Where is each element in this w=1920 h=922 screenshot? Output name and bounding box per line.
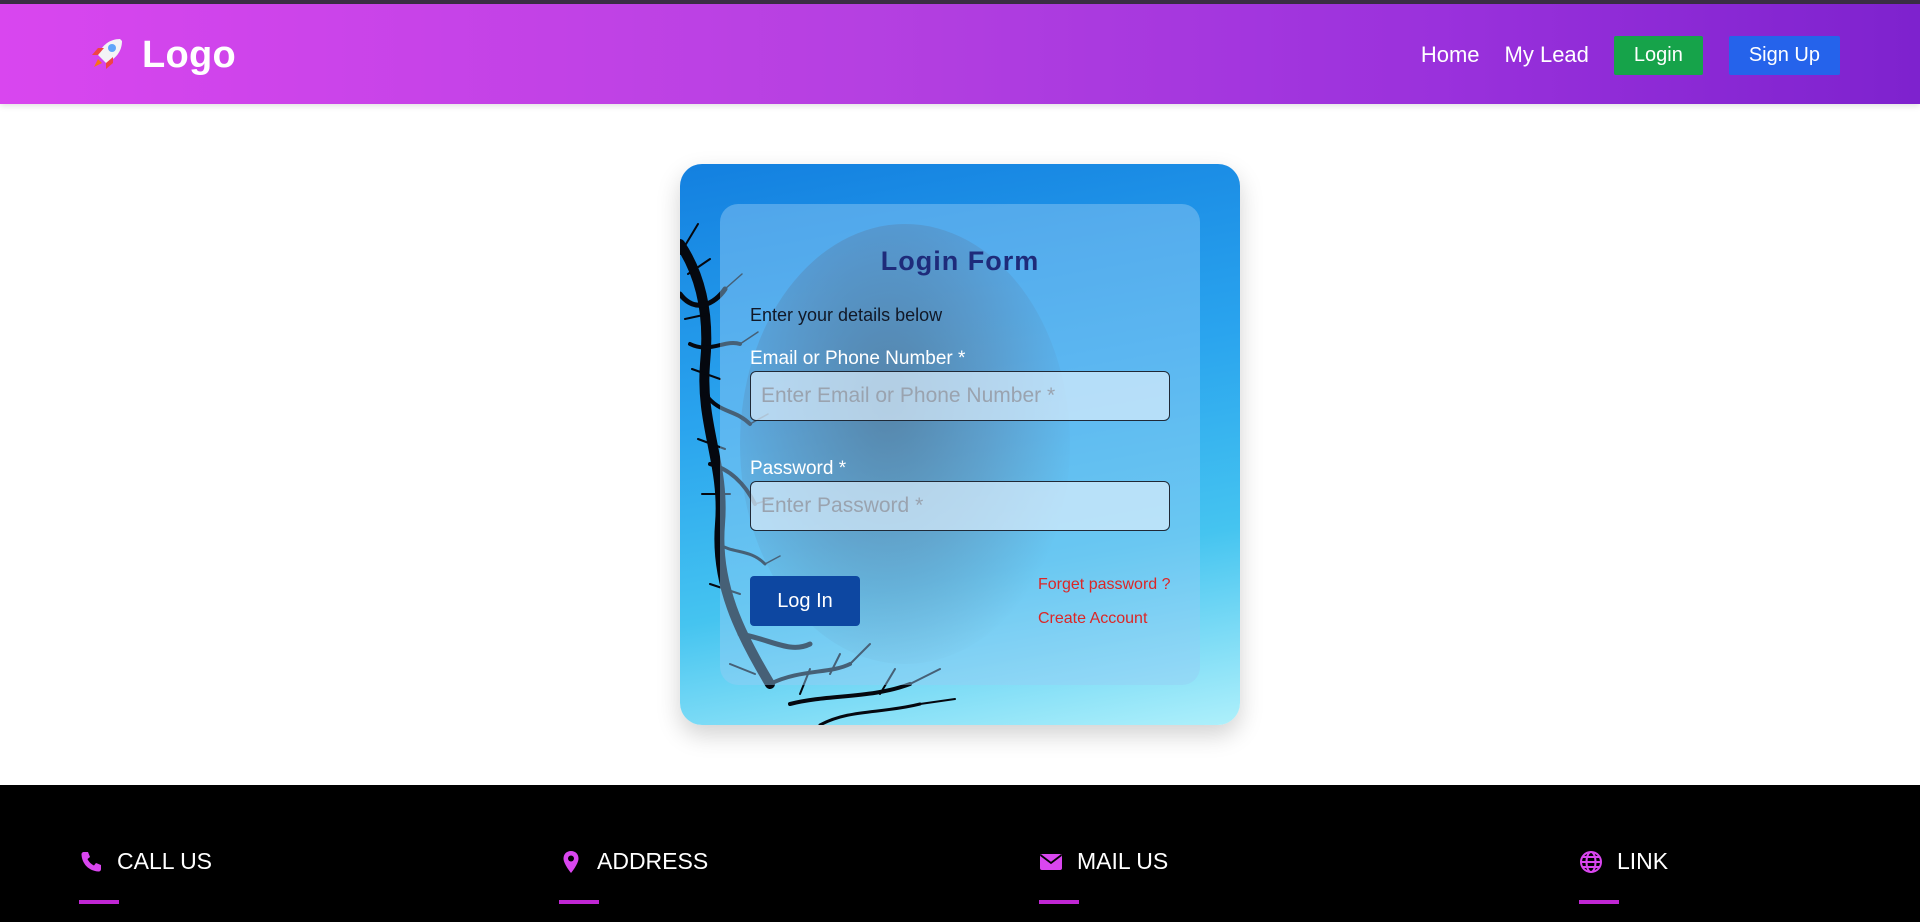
footer-call-us: CALL US [79,848,212,875]
footer-mail-us: MAIL US [1039,848,1168,875]
forgot-password-link[interactable]: Forget password ? [1038,576,1171,594]
footer-address-title: ADDRESS [597,848,709,874]
login-card: Login Form Enter your details below Emai… [680,164,1240,725]
form-subtitle: Enter your details below [750,305,943,325]
footer-address: ADDRESS [559,848,708,875]
password-input[interactable] [750,481,1170,531]
password-label: Password * [750,458,847,479]
footer-mail-us-underline [1039,900,1079,904]
footer-mail-us-title: MAIL US [1077,848,1169,874]
rocket-icon [92,39,122,69]
envelope-icon [1039,853,1063,870]
footer-link: LINK [1579,848,1668,875]
map-pin-icon [563,850,579,873]
header-login-button[interactable]: Login [1613,35,1703,75]
globe-icon [1580,850,1602,873]
site-footer: CALL US ADDRESS MAIL US LINK [0,785,1920,922]
email-phone-input[interactable] [750,371,1170,421]
footer-call-us-title: CALL US [117,848,213,874]
header-signup-button[interactable]: Sign Up [1728,35,1840,75]
footer-link-title: LINK [1617,848,1669,874]
logo-text: Logo [142,33,237,76]
nav-my-lead-link[interactable]: My Lead [1505,42,1589,68]
phone-icon [81,851,101,871]
form-title: Login Form [880,246,1040,276]
email-label: Email or Phone Number * [750,348,966,369]
footer-address-underline [559,900,599,904]
footer-call-us-underline [79,900,119,904]
create-account-link[interactable]: Create Account [1038,610,1147,628]
main-nav: Home My Lead Login Sign Up [1421,35,1840,75]
login-submit-button[interactable]: Log In [750,576,860,626]
brand-logo[interactable]: Logo [84,32,236,78]
footer-link-underline [1579,900,1619,904]
site-header: Logo Home My Lead Login Sign Up [0,4,1920,104]
login-form-panel: Login Form Enter your details below Emai… [720,204,1200,685]
nav-home-link[interactable]: Home [1421,42,1480,68]
